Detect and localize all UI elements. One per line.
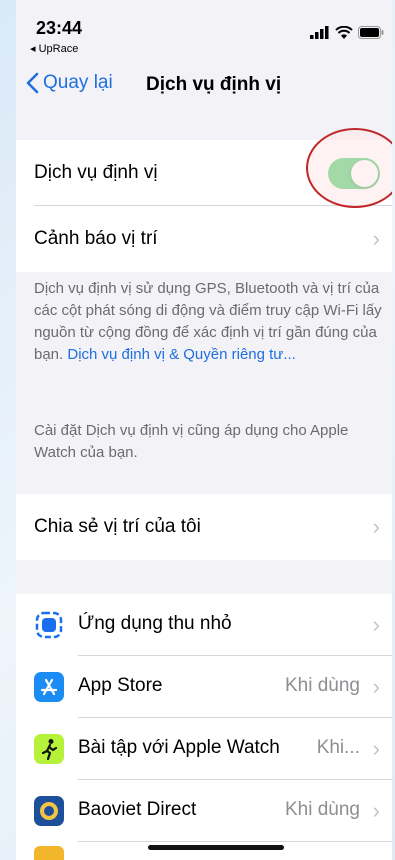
share-location-label: Chia sẻ vị trí của tôi (34, 516, 201, 537)
status-time: 23:44 (36, 18, 83, 38)
navigation-bar: Quay lại Dịch vụ định vị (16, 60, 392, 110)
page-title: Dịch vụ định vị (146, 74, 282, 95)
app-row[interactable]: Ứng dụng thu nhỏ › (16, 594, 392, 656)
location-alerts-row[interactable]: Cảnh báo vị trí › (16, 206, 392, 272)
app-row[interactable]: App Store Khi dùng › (16, 656, 392, 718)
app-clips-icon (34, 610, 64, 640)
chevron-right-icon: › (372, 612, 380, 637)
battery-icon (358, 26, 384, 39)
wifi-icon (335, 26, 353, 39)
app-row[interactable]: Bài tập với Apple Watch Khi... › (16, 718, 392, 780)
workout-icon (34, 734, 64, 764)
chevron-right-icon: › (372, 514, 380, 539)
apps-list-group: Ứng dụng thu nhỏ › App Store Khi dùng › (16, 594, 392, 860)
phone-screen: 23:44 ◂ UpRace Quay lại Dịch vụ định vị … (16, 0, 392, 860)
partial-app-icon (34, 846, 64, 860)
chevron-right-icon: › (372, 674, 380, 699)
app-name: Ứng dụng thu nhỏ (78, 613, 232, 634)
share-location-row[interactable]: Chia sẻ vị trí của tôi › (16, 494, 392, 560)
status-icons (310, 26, 384, 39)
chevron-right-icon: › (372, 798, 380, 823)
location-services-label: Dịch vụ định vị (34, 162, 158, 183)
app-name: Baoviet Direct (78, 799, 197, 820)
cellular-signal-icon (310, 26, 329, 39)
app-permission-value: Khi... (316, 737, 360, 758)
share-location-group: Chia sẻ vị trí của tôi › (16, 494, 392, 560)
back-to-app-link[interactable]: ◂ UpRace (30, 42, 78, 55)
chevron-left-icon (26, 72, 39, 94)
app-store-icon (34, 672, 64, 702)
baoviet-icon (34, 796, 64, 826)
privacy-link[interactable]: Dịch vụ định vị & Quyền riêng tư... (67, 346, 295, 363)
chevron-right-icon: › (372, 736, 380, 761)
back-button-label: Quay lại (43, 72, 113, 93)
back-button[interactable]: Quay lại (26, 72, 113, 94)
home-indicator[interactable] (148, 845, 284, 850)
location-alerts-label: Cảnh báo vị trí (34, 228, 158, 249)
row-divider (78, 841, 392, 842)
app-name: Bài tập với Apple Watch (78, 737, 280, 758)
watch-info-text: Cài đặt Dịch vụ định vị cũng áp dụng cho… (34, 422, 349, 461)
app-name: App Store (78, 675, 163, 696)
app-row[interactable]: Baoviet Direct Khi dùng › (16, 780, 392, 842)
app-permission-value: Khi dùng (284, 675, 360, 696)
status-bar: 23:44 ◂ UpRace (16, 0, 392, 58)
location-info-text: Dịch vụ định vị sử dụng GPS, Bluetooth v… (34, 278, 382, 366)
chevron-right-icon: › (372, 226, 380, 251)
app-permission-value: Khi dùng (284, 799, 360, 820)
